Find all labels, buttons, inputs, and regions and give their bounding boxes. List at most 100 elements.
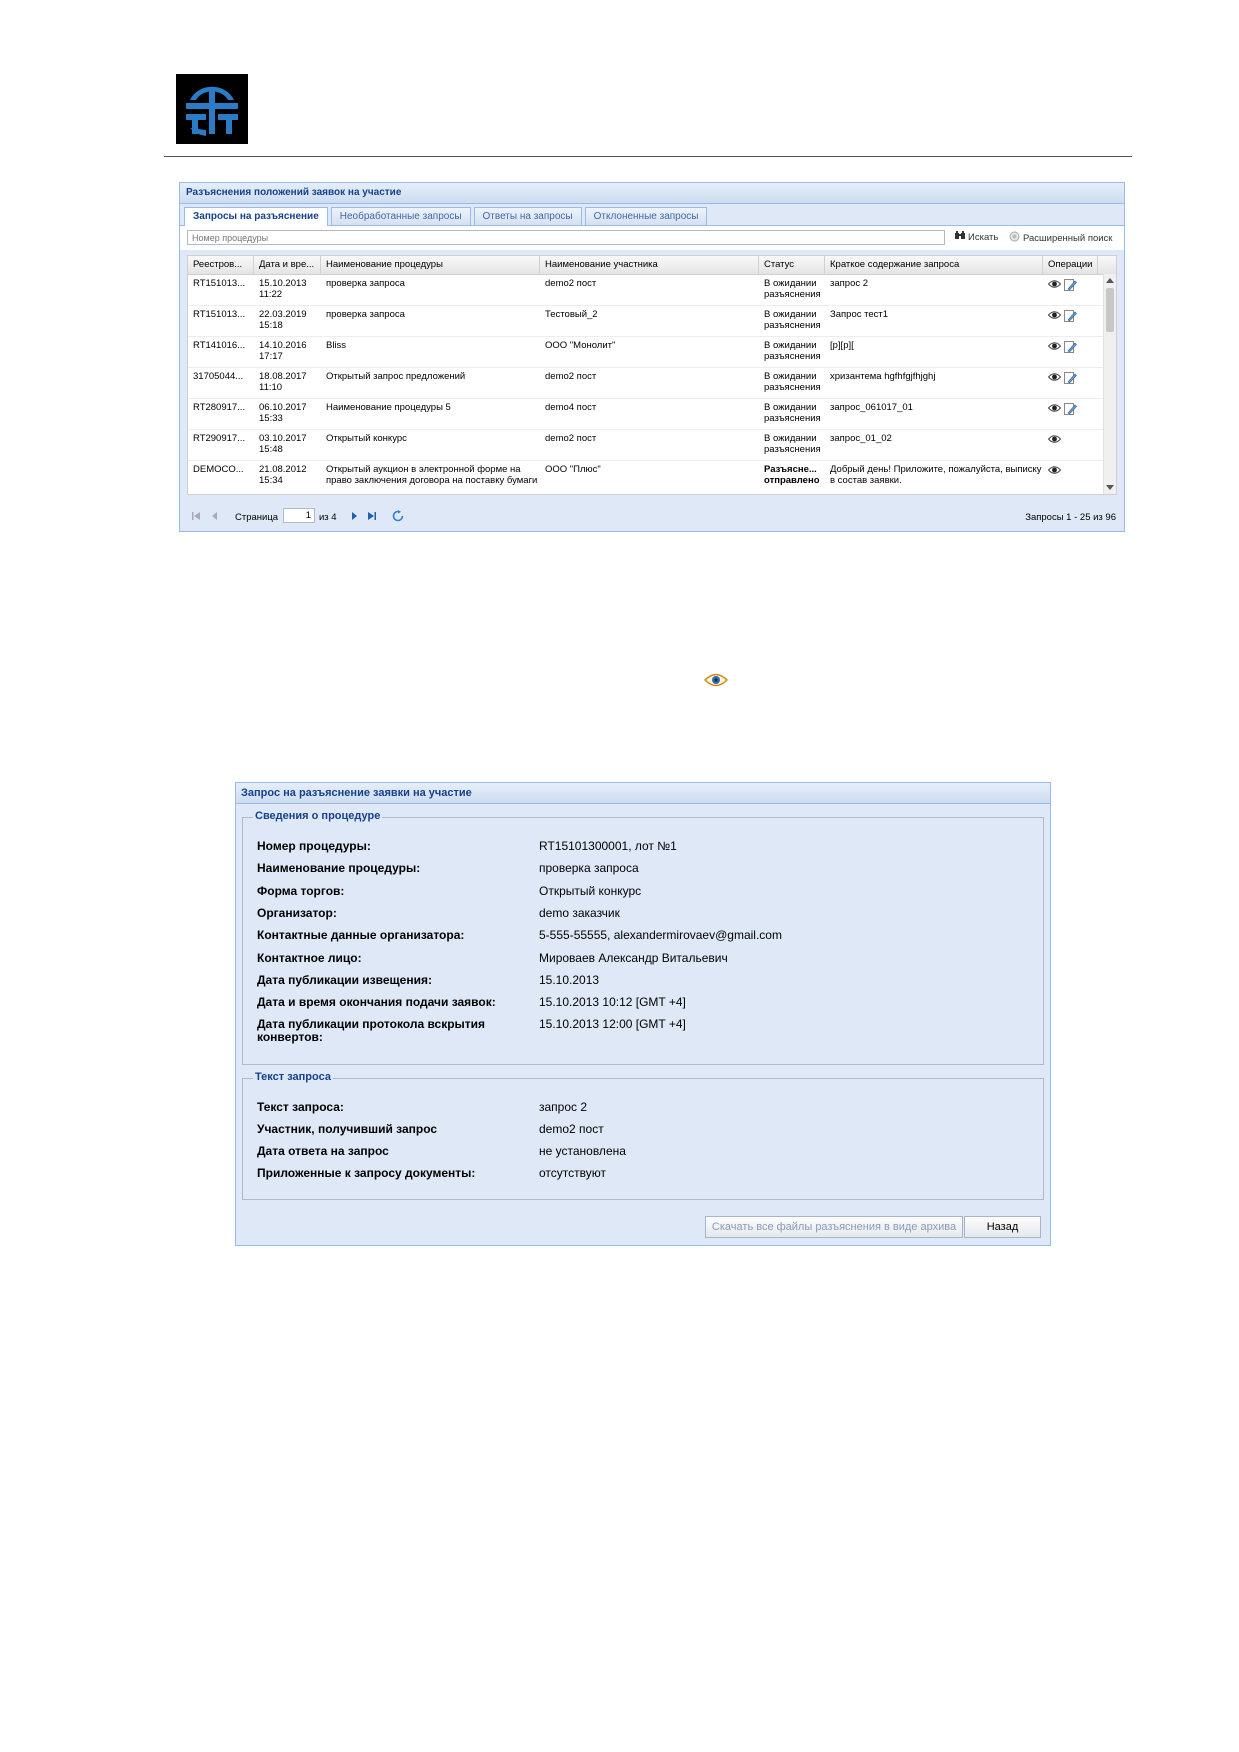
tab-clarification-requests[interactable]: Запросы на разъяснение — [184, 207, 328, 226]
field-label: Контактное лицо: — [257, 950, 362, 965]
eye-icon[interactable] — [1047, 434, 1062, 460]
column-registry-number[interactable]: Реестров... — [188, 256, 254, 274]
advanced-search-icon — [1009, 231, 1020, 245]
field-value: demo заказчик — [539, 905, 620, 920]
edit-icon[interactable] — [1064, 310, 1077, 336]
cell-procedure-name: Наименование процедуры 5 — [326, 402, 451, 413]
records-summary: Запросы 1 - 25 из 96 — [1025, 512, 1116, 523]
eye-icon[interactable] — [1047, 372, 1062, 398]
table-row[interactable]: RT151013... 22.03.2019 15:18 проверка запро… — [188, 306, 1116, 337]
cell-request-summary: Добрый день! Приложите, пожалуйста, выпи… — [830, 464, 1042, 486]
tab-strip: Запросы на разъяснение Необработанные за… — [180, 204, 1124, 226]
table-row[interactable]: RT280917... 06.10.2017 15:33 Наименование п… — [188, 399, 1116, 430]
table-row[interactable]: DEMOCO... 21.08.2012 15:34 Открытый аукцион… — [188, 461, 1116, 494]
next-page-icon[interactable] — [349, 511, 359, 524]
advanced-search-button[interactable]: Расширенный поиск — [1009, 231, 1112, 245]
field-label: Дата публикации протокола вскрытия конве… — [257, 1017, 486, 1045]
cell-registry-number: RT151013... — [193, 309, 246, 320]
cell-participant-name: demo2 пост — [545, 433, 597, 444]
cell-operations — [1043, 430, 1098, 460]
last-page-icon[interactable] — [367, 511, 377, 524]
field-label: Номер процедуры: — [257, 839, 371, 853]
table-row[interactable]: RT151013... 15.10.2013 11:22 проверка запро… — [188, 275, 1116, 306]
cell-operations — [1043, 461, 1098, 494]
cell-procedure-name: Открытый конкурс — [326, 433, 407, 444]
cell-registry-number: RT280917... — [193, 402, 246, 413]
field-value: отсутствуют — [539, 1166, 606, 1180]
cell-participant-name: demo2 пост — [545, 371, 597, 382]
field-label: Наименование процедуры: — [257, 861, 421, 876]
request-text-legend: Текст запроса — [253, 1071, 333, 1083]
clarification-grid-window: Разъяснения положений заявок на участие … — [179, 182, 1125, 532]
table-row[interactable]: 31705044... 18.08.2017 11:10 Открытый запро… — [188, 368, 1116, 399]
scroll-thumb[interactable] — [1106, 288, 1114, 332]
grid-window-title: Разъяснения положений заявок на участие — [180, 183, 1124, 204]
column-date-time[interactable]: Дата и вре... — [254, 256, 321, 274]
search-button-label: Искать — [968, 231, 999, 243]
cell-operations — [1043, 275, 1098, 305]
field-value: 15.10.2013 — [539, 972, 600, 987]
pagination-toolbar: Страница 1 из 4 Запросы 1 - 25 из 96 — [180, 503, 1124, 529]
tab-request-answers[interactable]: Ответы на запросы — [473, 207, 582, 225]
cell-registry-number: RT290917... — [193, 433, 246, 444]
eye-icon[interactable] — [1047, 341, 1062, 367]
field-value: проверка запроса — [539, 861, 639, 876]
cell-operations — [1043, 306, 1098, 336]
field-label: Дата ответа на запрос — [257, 1144, 389, 1158]
cell-status: В ожидании разъяснения — [764, 433, 821, 455]
scroll-up-arrow-icon[interactable] — [1106, 278, 1114, 283]
column-operations[interactable]: Операции — [1043, 256, 1098, 274]
cell-procedure-name: проверка запроса — [326, 309, 405, 320]
grid-scrollbar[interactable] — [1103, 274, 1116, 494]
prev-page-icon[interactable] — [210, 511, 220, 524]
tab-rejected-requests[interactable]: Отклоненные запросы — [584, 207, 708, 225]
eye-icon[interactable] — [1047, 279, 1062, 305]
field-label: Дата публикации извещения: — [257, 972, 432, 987]
column-request-summary[interactable]: Краткое содержание запроса — [825, 256, 1043, 274]
field-value: не установлена — [539, 1144, 626, 1158]
cell-procedure-name: Открытый аукцион в электронной форме на … — [326, 464, 538, 486]
back-button[interactable]: Назад — [964, 1216, 1041, 1238]
download-archive-button[interactable]: Скачать все файлы разъяснения в виде арх… — [705, 1216, 963, 1238]
field-value: запрос 2 — [539, 1100, 588, 1114]
eye-icon[interactable] — [1047, 403, 1062, 429]
scroll-down-arrow-icon[interactable] — [1106, 485, 1114, 490]
cell-date-time: 03.10.2017 15:48 — [259, 433, 307, 455]
cell-request-summary: запрос 2 — [830, 278, 869, 289]
edit-icon[interactable] — [1064, 341, 1077, 367]
edit-icon[interactable] — [1064, 279, 1077, 305]
cell-request-summary: [p][p][ — [830, 340, 854, 351]
eye-icon[interactable] — [1047, 310, 1062, 336]
refresh-icon[interactable] — [392, 510, 404, 525]
field-value: RT15101300001, лот №1 — [539, 839, 677, 853]
procedure-number-search-input[interactable] — [187, 230, 945, 245]
table-row[interactable]: RT141016... 14.10.2016 17:17 Bliss ООО "Моно… — [188, 337, 1116, 368]
cell-date-time: 15.10.2013 11:22 — [259, 278, 307, 300]
field-label: Участник, получивший запрос — [257, 1122, 438, 1136]
eye-icon[interactable] — [1047, 465, 1062, 494]
first-page-icon[interactable] — [191, 511, 201, 524]
column-status[interactable]: Статус — [759, 256, 825, 274]
cell-registry-number: RT151013... — [193, 278, 246, 289]
column-procedure-name[interactable]: Наименование процедуры — [321, 256, 540, 274]
edit-icon[interactable] — [1064, 372, 1077, 398]
cell-status: В ожидании разъяснения — [764, 309, 821, 331]
cell-date-time: 21.08.2012 15:34 — [259, 464, 307, 486]
tab-unprocessed-requests[interactable]: Необработанные запросы — [330, 207, 471, 225]
cell-date-time: 06.10.2017 15:33 — [259, 402, 307, 424]
edit-icon[interactable] — [1064, 403, 1077, 429]
cell-date-time: 22.03.2019 15:18 — [259, 309, 307, 331]
cell-status: В ожидании разъяснения — [764, 340, 821, 362]
page-number-input[interactable]: 1 — [283, 508, 315, 523]
field-label: Приложенные к запросу документы: — [257, 1166, 476, 1180]
search-button[interactable]: Искать — [955, 231, 998, 243]
field-value: 15.10.2013 10:12 [GMT +4] — [539, 995, 686, 1010]
binoculars-icon — [955, 231, 965, 243]
cell-procedure-name: проверка запроса — [326, 278, 405, 289]
company-logo — [176, 74, 248, 144]
requests-grid: Реестров... Дата и вре... Наименование п… — [187, 255, 1117, 495]
table-row[interactable]: RT290917... 03.10.2017 15:48 Открытый конку… — [188, 430, 1116, 461]
cell-participant-name: Тестовый_2 — [545, 309, 598, 320]
cell-date-time: 14.10.2016 17:17 — [259, 340, 307, 362]
column-participant-name[interactable]: Наименование участника — [540, 256, 759, 274]
